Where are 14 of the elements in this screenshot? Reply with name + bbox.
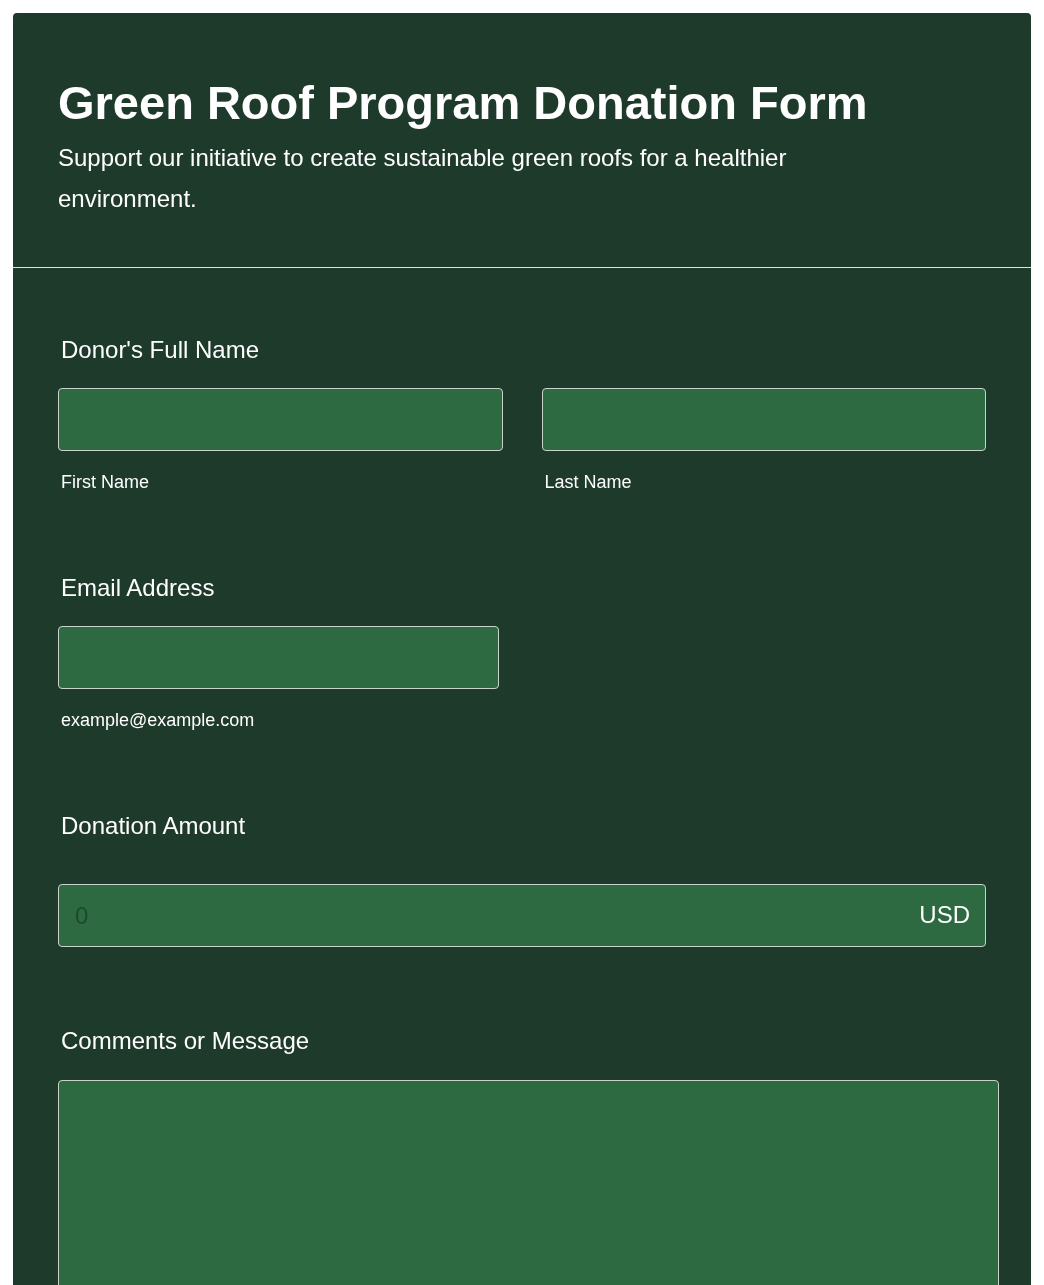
- input-field[interactable]: [541, 388, 986, 451]
- comments-field[interactable]: [58, 1080, 999, 1285]
- input-field[interactable]: [58, 626, 499, 689]
- field-sublabel: example@example.com: [61, 709, 256, 732]
- field-sublabel: First Name: [61, 471, 150, 494]
- field-sublabel: Last Name: [544, 471, 633, 494]
- field-label: Email Address: [61, 573, 216, 603]
- input-field[interactable]: [58, 388, 503, 451]
- currency-label: USD: [919, 901, 970, 929]
- form-title: Green Roof Program Donation Form: [58, 75, 869, 131]
- form-subtitle: Support our initiative to create sustainable green roofs for a healthier environment.: [58, 143, 788, 214]
- field-label: Comments or Message: [61, 1026, 311, 1056]
- field-label: Donation Amount: [61, 811, 247, 841]
- field-label: Donor's Full Name: [61, 335, 260, 365]
